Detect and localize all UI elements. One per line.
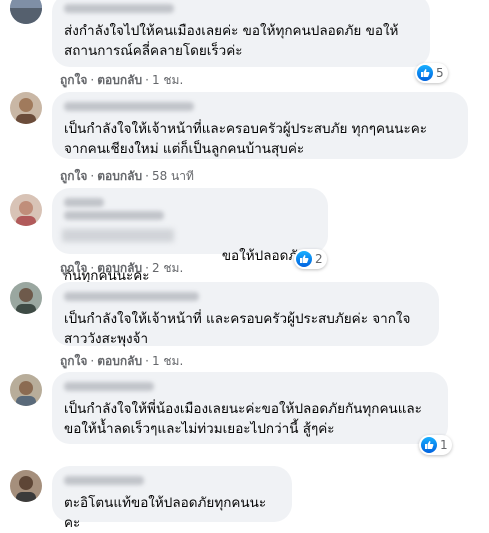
comment-actions: ถูกใจ · ตอบกลับ · 2 ชม. — [60, 259, 183, 278]
separator: · — [145, 354, 149, 368]
comment-bubble: เป็นกำลังใจให้พี่น้องเมืองเลยนะค่ะขอให้ป… — [52, 372, 448, 444]
like-button[interactable]: ถูกใจ — [60, 261, 87, 275]
comment-bubble: เป็นกำลังใจให้เจ้าหน้าที่ และครอบครัวผู้… — [52, 282, 439, 347]
commenter-name[interactable] — [64, 198, 104, 207]
blurred-text — [62, 229, 174, 242]
comment-actions: ถูกใจ · ตอบกลับ · 1 ชม. — [60, 352, 183, 371]
separator: · — [145, 169, 149, 183]
timestamp[interactable]: 1 ชม. — [152, 354, 183, 368]
commenter-name[interactable] — [64, 292, 199, 301]
avatar[interactable] — [10, 282, 42, 314]
reaction-count: 2 — [315, 252, 323, 266]
comment-text: ตะอิโตนแท้ขอให้ปลอดภัยทุกคนนะคะ — [64, 495, 267, 531]
reply-button[interactable]: ตอบกลับ — [97, 354, 142, 368]
reaction-summary[interactable]: 1 — [419, 435, 452, 455]
commenter-name[interactable] — [64, 102, 194, 111]
comment-text: เป็นกำลังใจให้เจ้าหน้าที่และครอบครัวผู้ป… — [64, 121, 428, 157]
like-button[interactable]: ถูกใจ — [60, 354, 87, 368]
commenter-name[interactable] — [64, 4, 174, 13]
avatar[interactable] — [10, 470, 42, 502]
like-button[interactable]: ถูกใจ — [60, 73, 87, 87]
reply-button[interactable]: ตอบกลับ — [97, 261, 142, 275]
separator: · — [90, 261, 95, 275]
reaction-summary[interactable]: 2 — [294, 249, 327, 269]
comment-text: ส่งกำลังใจไปให้คนเมืองเลยค่ะ ขอให้ทุกคนป… — [64, 23, 399, 59]
reply-button[interactable]: ตอบกลับ — [97, 169, 142, 183]
separator: · — [90, 169, 95, 183]
avatar[interactable] — [10, 0, 42, 24]
timestamp[interactable]: 58 นาที — [152, 169, 194, 183]
like-icon — [417, 65, 433, 81]
comment-bubble: ส่งกำลังใจไปให้คนเมืองเลยค่ะ ขอให้ทุกคนป… — [52, 0, 430, 67]
separator: · — [90, 354, 95, 368]
avatar[interactable] — [10, 374, 42, 406]
comment-actions: ถูกใจ · ตอบกลับ · 58 นาที — [60, 167, 194, 186]
like-button[interactable]: ถูกใจ — [60, 169, 87, 183]
reaction-count: 1 — [440, 438, 448, 452]
comment-bubble: ตะอิโตนแท้ขอให้ปลอดภัยทุกคนนะคะ — [52, 466, 292, 531]
avatar[interactable] — [10, 194, 42, 226]
reaction-count: 5 — [436, 66, 444, 80]
comment-bubble: เป็นกำลังใจให้เจ้าหน้าที่และครอบครัวผู้ป… — [52, 92, 468, 159]
separator: · — [145, 73, 149, 87]
commenter-name[interactable] — [64, 476, 144, 485]
commenter-subtitle — [64, 211, 164, 220]
comment-text: เป็นกำลังใจให้เจ้าหน้าที่ และครอบครัวผู้… — [64, 311, 411, 347]
like-icon — [421, 437, 437, 453]
avatar[interactable] — [10, 92, 42, 124]
reaction-summary[interactable]: 5 — [415, 63, 448, 83]
comment-actions: ถูกใจ · ตอบกลับ · 1 ชม. — [60, 71, 183, 90]
comment-bubble: mmmmmmmmmmmmขอให้ปลอดภัยกันทุกคนนะคะ — [52, 188, 328, 284]
timestamp[interactable]: 2 ชม. — [152, 261, 183, 275]
timestamp[interactable]: 1 ชม. — [152, 73, 183, 87]
separator: · — [145, 261, 149, 275]
commenter-name[interactable] — [64, 382, 154, 391]
comment-text: เป็นกำลังใจให้พี่น้องเมืองเลยนะค่ะขอให้ป… — [64, 401, 422, 437]
like-icon — [296, 251, 312, 267]
reply-button[interactable]: ตอบกลับ — [97, 73, 142, 87]
separator: · — [90, 73, 95, 87]
